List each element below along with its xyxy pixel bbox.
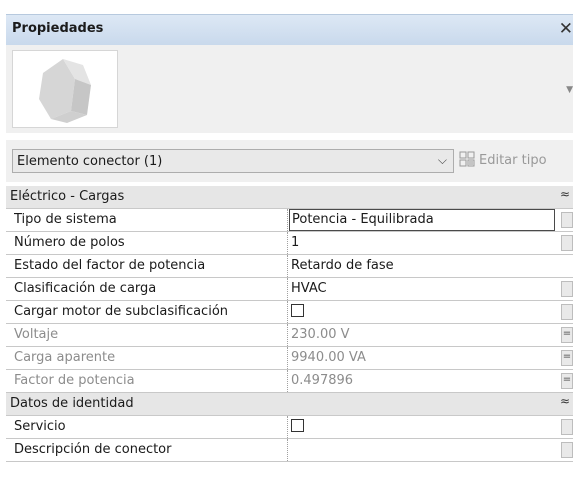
service-checkbox[interactable] (291, 419, 304, 432)
connector-element-icon (39, 59, 91, 123)
property-value: 9940.00 VA (291, 350, 366, 365)
row-side-button[interactable] (561, 235, 573, 251)
edit-type-label: Editar tipo (479, 153, 547, 168)
motor-subclass-checkbox[interactable] (291, 304, 304, 317)
column-divider (287, 439, 289, 461)
column-divider (287, 232, 289, 254)
column-divider (287, 324, 289, 346)
column-divider (287, 370, 289, 392)
row-side-button[interactable] (561, 212, 573, 228)
property-row-apparent-load: Carga aparente 9940.00 VA = (6, 347, 573, 370)
property-row-voltage: Voltaje 230.00 V = (6, 324, 573, 347)
system-type-input[interactable]: Potencia - Equilibrada (289, 209, 555, 231)
column-divider (287, 278, 289, 300)
property-row-power-factor-state[interactable]: Estado del factor de potencia Retardo de… (6, 255, 573, 278)
close-icon[interactable]: ✕ (559, 19, 573, 39)
property-name: Voltaje (14, 327, 59, 342)
category-label: Datos de identidad (10, 396, 134, 411)
type-selector-dropdown[interactable]: Elemento conector (1) ⌵ (12, 149, 454, 173)
associate-parameter-button[interactable]: = (561, 327, 573, 343)
property-name: Servicio (14, 419, 66, 434)
column-divider (287, 255, 289, 277)
row-side-button[interactable] (561, 304, 573, 320)
type-preview-area: ▼ (6, 45, 573, 133)
panel-title: Propiedades (12, 21, 104, 36)
family-thumbnail (12, 50, 118, 128)
collapse-icon[interactable]: ≈ (560, 187, 570, 201)
property-name: Factor de potencia (14, 373, 135, 388)
property-value[interactable]: 1 (291, 232, 556, 254)
property-value[interactable]: HVAC (291, 278, 556, 300)
property-name: Cargar motor de subclasificación (14, 304, 229, 319)
chevron-down-icon: ⌵ (437, 153, 447, 167)
properties-title-bar: Propiedades ✕ (6, 14, 573, 46)
property-name: Clasificación de carga (14, 281, 157, 296)
property-name: Descripción de conector (14, 442, 172, 457)
type-selector-bar: Elemento conector (1) ⌵ Editar tipo (6, 140, 573, 182)
row-side-button[interactable] (561, 419, 573, 435)
property-value[interactable]: Retardo de fase (291, 255, 556, 277)
property-row-load-motor-subclass[interactable]: Cargar motor de subclasificación (6, 301, 573, 324)
associate-parameter-button[interactable]: = (561, 373, 573, 389)
property-value (291, 416, 556, 438)
edit-type-icon (459, 151, 475, 167)
property-value: 0.497896 (291, 373, 354, 388)
property-row-number-of-poles[interactable]: Número de polos 1 (6, 232, 573, 255)
property-row-system-type[interactable]: Tipo de sistema Potencia - Equilibrada (6, 209, 573, 232)
property-name: Estado del factor de potencia (14, 258, 206, 273)
edit-type-button[interactable]: Editar tipo (459, 151, 547, 173)
associate-parameter-button[interactable]: = (561, 350, 573, 366)
row-side-button[interactable] (561, 442, 573, 458)
type-selector-value: Elemento conector (1) (17, 154, 163, 169)
properties-grid: Eléctrico - Cargas ≈ Tipo de sistema Pot… (6, 186, 573, 462)
category-header-identity-data[interactable]: Datos de identidad ≈ (6, 393, 573, 416)
property-row-power-factor: Factor de potencia 0.497896 = (6, 370, 573, 393)
property-name: Carga aparente (14, 350, 116, 365)
category-label: Eléctrico - Cargas (10, 189, 125, 204)
property-value: 230.00 V (291, 327, 350, 342)
property-row-load-classification[interactable]: Clasificación de carga HVAC (6, 278, 573, 301)
category-header-electrical-loads[interactable]: Eléctrico - Cargas ≈ (6, 186, 573, 209)
property-value[interactable] (291, 439, 556, 461)
column-divider (287, 347, 289, 369)
column-divider (287, 416, 289, 438)
property-row-connector-description[interactable]: Descripción de conector (6, 439, 573, 462)
row-side-button[interactable] (561, 281, 573, 297)
collapse-icon[interactable]: ≈ (560, 394, 570, 408)
property-name: Número de polos (14, 235, 125, 250)
property-value (291, 301, 556, 323)
chevron-down-icon[interactable]: ▼ (566, 85, 573, 95)
property-row-service[interactable]: Servicio (6, 416, 573, 439)
column-divider (287, 301, 289, 323)
property-name: Tipo de sistema (14, 212, 117, 227)
